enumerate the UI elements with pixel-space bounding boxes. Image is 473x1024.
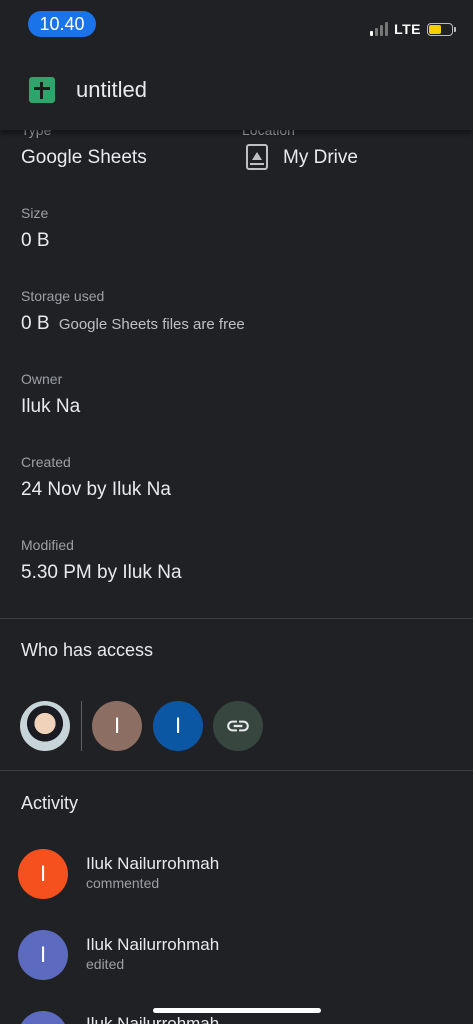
storage-label: Storage used bbox=[21, 288, 105, 304]
app-bar: untitled bbox=[0, 50, 473, 130]
divider bbox=[0, 618, 473, 619]
activity-user: Iluk Nailurrohmah bbox=[86, 1014, 220, 1024]
type-value: Google Sheets bbox=[21, 147, 147, 168]
owner-label: Owner bbox=[21, 371, 63, 387]
size-label: Size bbox=[21, 205, 49, 221]
storage-value: 0 B bbox=[21, 313, 50, 334]
activity-user: Iluk Nailurrohmah bbox=[86, 935, 220, 954]
activity-avatar: I bbox=[18, 849, 68, 899]
activity-user: Iluk Nailurrohmah bbox=[86, 854, 220, 873]
modified-value: 5.30 PM by Iluk Na bbox=[21, 562, 182, 583]
shared-user-avatar[interactable]: I bbox=[92, 701, 142, 751]
owner-value: Iluk Na bbox=[21, 396, 81, 417]
home-indicator[interactable] bbox=[153, 1008, 321, 1013]
status-time: 10.40 bbox=[28, 11, 96, 37]
location-value[interactable]: My Drive bbox=[283, 147, 358, 169]
activity-avatar: I bbox=[18, 1011, 68, 1024]
activity-title: Activity bbox=[21, 793, 79, 813]
created-label: Created bbox=[21, 454, 71, 470]
avatar-separator bbox=[81, 701, 82, 751]
file-title: untitled bbox=[76, 77, 147, 102]
activity-avatar: I bbox=[18, 930, 68, 980]
created-value: 24 Nov by Iluk Na bbox=[21, 479, 171, 500]
owner-avatar[interactable] bbox=[20, 701, 70, 751]
google-sheets-icon bbox=[29, 77, 55, 103]
activity-action: commented bbox=[86, 875, 160, 891]
activity-action: edited bbox=[86, 956, 125, 972]
shared-user-avatar[interactable]: I bbox=[153, 701, 203, 751]
signal-icon bbox=[370, 22, 389, 36]
battery-icon bbox=[427, 22, 456, 36]
storage-value-row: 0 B Google Sheets files are free bbox=[21, 313, 245, 335]
modified-label: Modified bbox=[21, 537, 74, 553]
size-value: 0 B bbox=[21, 230, 50, 251]
divider bbox=[0, 770, 473, 771]
my-drive-icon[interactable] bbox=[246, 144, 268, 170]
status-indicators: LTE bbox=[370, 21, 456, 37]
status-bar: 10.40 LTE bbox=[0, 0, 473, 50]
access-title: Who has access bbox=[21, 640, 154, 660]
storage-note: Google Sheets files are free bbox=[58, 316, 245, 333]
network-label: LTE bbox=[394, 21, 421, 37]
link-sharing-button[interactable] bbox=[213, 701, 263, 751]
link-icon bbox=[227, 720, 249, 732]
